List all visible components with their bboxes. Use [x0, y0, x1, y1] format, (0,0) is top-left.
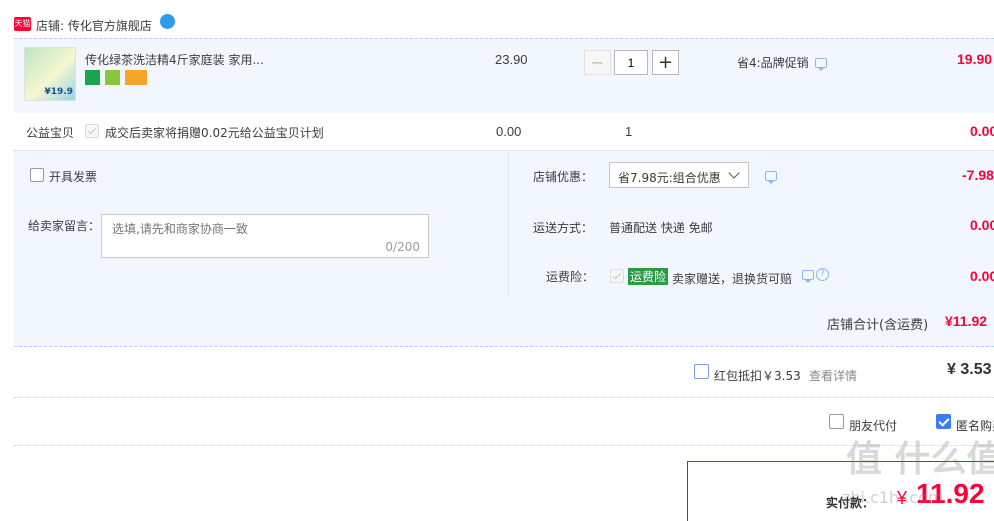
promo-comment-icon[interactable] [815, 58, 827, 71]
insurance-tag: 运费险 [628, 268, 669, 285]
credit-card-icon [125, 70, 147, 85]
product-subtotal: 19.90 [957, 51, 993, 67]
wangwang-chat-icon[interactable] [160, 14, 175, 29]
tmall-badge: 天猫 [14, 17, 31, 31]
panel-divider [508, 152, 509, 296]
chevron-down-icon [728, 167, 740, 179]
shipping-label: 运送方式： [533, 221, 594, 235]
discount-label: 店铺优惠： [533, 170, 594, 184]
charity-price: 0.00 [496, 124, 522, 139]
shop-total-label: 店铺合计(含运费) [827, 318, 929, 333]
message-counter: 0/200 [385, 240, 420, 254]
redpacket-amount: ¥ 3.53 [947, 361, 992, 378]
unit-price: 23.90 [495, 52, 528, 67]
redpacket-checkbox[interactable] [694, 364, 709, 379]
minus-label: − [590, 53, 605, 72]
message-input[interactable] [112, 222, 412, 236]
invoice-checkbox[interactable] [30, 168, 44, 182]
charity-text: 成交后卖家将捐赠0.02元给公益宝贝计划 [105, 126, 324, 140]
product-row [14, 38, 994, 113]
shop-total-value: ¥11.92 [945, 313, 988, 329]
shop-header: 天猫 店铺: 传化官方旗舰店 [14, 14, 994, 36]
quantity-plus-button[interactable]: + [652, 50, 679, 75]
thumb-price: ¥19.9 [44, 87, 73, 97]
quantity-input[interactable] [614, 50, 648, 75]
shipping-value: 普通配送 快递 免邮 [609, 221, 713, 235]
invoice-label: 开具发票 [49, 170, 98, 184]
guarantee-icon [105, 70, 120, 85]
help-icon[interactable]: ? [816, 268, 829, 281]
charity-subtotal: 0.00 [970, 123, 994, 139]
shipping-amount: 0.00 [970, 217, 994, 233]
watermark-site: zhi.c1h..com [842, 488, 944, 507]
promo-text: 省4:品牌促销 [737, 56, 809, 70]
charity-quantity: 1 [625, 124, 633, 139]
friend-pay-checkbox[interactable] [829, 414, 844, 429]
quantity-minus-button[interactable]: − [584, 50, 611, 75]
insurance-text: 卖家赠送，退换货可赔 [672, 272, 793, 286]
charity-checkbox [85, 124, 99, 138]
redpacket-details-link[interactable]: 查看详情 [809, 367, 857, 384]
product-title-link[interactable]: 传化绿茶洗洁精4斤家庭装 家用... [85, 51, 264, 68]
plus-label: + [657, 52, 674, 73]
insurance-checkbox [610, 269, 624, 283]
seven-day-return-icon [85, 70, 100, 85]
anonymous-checkbox[interactable] [936, 414, 951, 429]
message-label: 给卖家留言： [28, 219, 101, 233]
message-box[interactable]: 0/200 [101, 214, 429, 258]
insurance-label: 运费险： [546, 270, 595, 284]
divider-1 [14, 397, 994, 398]
discount-selected-value: 省7.98元:组合优惠 [618, 171, 721, 185]
discount-comment-icon[interactable] [765, 171, 777, 184]
insurance-amount: 0.00 [970, 268, 994, 284]
discount-select[interactable]: 省7.98元:组合优惠 [609, 162, 749, 188]
shop-name-link[interactable]: 店铺: 传化官方旗舰店 [36, 17, 152, 34]
charity-label: 公益宝贝 [26, 126, 75, 140]
watermark-logo: 值 什么值得买 [846, 439, 994, 480]
product-thumbnail[interactable]: ¥19.9 [24, 47, 76, 101]
insurance-comment-icon[interactable] [802, 270, 814, 283]
discount-amount: -7.98 [962, 167, 994, 183]
redpacket-label: 红包抵扣￥3.53 [714, 369, 801, 383]
